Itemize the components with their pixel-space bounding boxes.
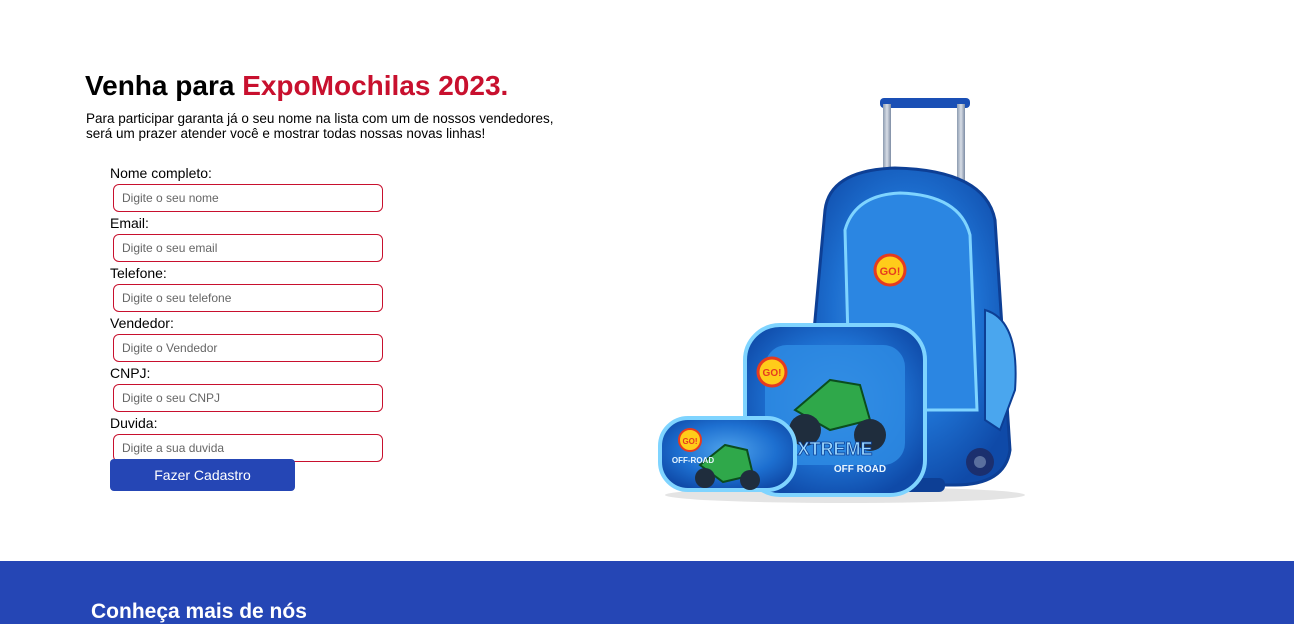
email-input[interactable] [113, 234, 383, 262]
registration-form: Nome completo: Email: Telefone: Vendedor… [110, 165, 410, 465]
question-input[interactable] [113, 434, 383, 462]
title-prefix: Venha para [85, 70, 243, 101]
name-input[interactable] [113, 184, 383, 212]
lunch-bag-badge-text: GO! [763, 368, 782, 379]
intro-line-2: será um prazer atender você e mostrar to… [86, 126, 486, 141]
backpack-badge-text: GO! [880, 266, 901, 278]
page-title: Venha para ExpoMochilas 2023. [85, 66, 508, 106]
footer-title: Conheça mais de nós [91, 600, 307, 623]
cnpj-label: CNPJ: [110, 365, 151, 381]
name-label: Nome completo: [110, 165, 212, 181]
submit-button[interactable]: Fazer Cadastro [110, 459, 295, 491]
question-label: Duvida: [110, 415, 158, 431]
intro-line-1: Para participar garanta já o seu nome na… [86, 111, 554, 126]
seller-label: Vendedor: [110, 315, 174, 331]
pencil-case-text: OFF-ROAD [672, 456, 714, 465]
phone-input[interactable] [113, 284, 383, 312]
seller-input[interactable] [113, 334, 383, 362]
title-accent: ExpoMochilas 2023. [242, 70, 509, 101]
lunch-bag-subtitle-text: OFF ROAD [834, 464, 886, 475]
email-label: Email: [110, 215, 149, 231]
backpack-product-image: GO! GO! XTREME OFF ROAD GO! OFF-ROAD [658, 98, 1025, 503]
lunch-bag-title-text: XTREME [797, 439, 872, 459]
phone-label: Telefone: [110, 265, 167, 281]
intro-text: Para participar garanta já o seu nome na… [86, 111, 566, 141]
pencil-case-badge-text: GO! [682, 437, 697, 446]
cnpj-input[interactable] [113, 384, 383, 412]
footer-band: Conheça mais de nós [0, 561, 1294, 624]
